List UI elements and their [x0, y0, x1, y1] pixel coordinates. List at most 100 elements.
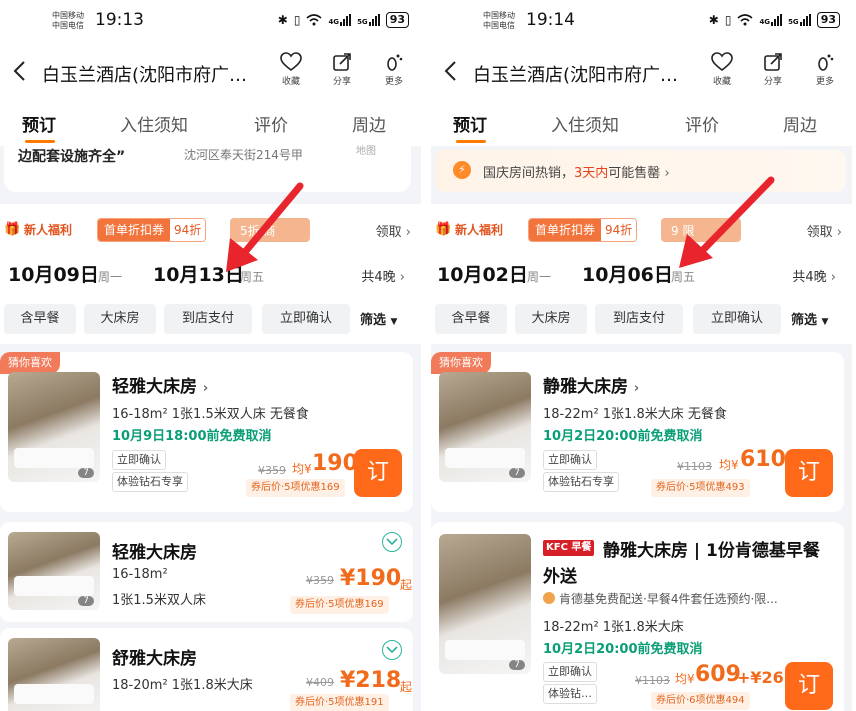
checkin-weekday: 周一 [527, 270, 552, 284]
instant-confirm-tag: 立即确认 [543, 662, 597, 682]
room-card[interactable]: 7 轻雅大床房 16-18m² 1张1.5米双人床 ¥359 ¥190 起 券后… [0, 522, 413, 622]
chip-instant-confirm[interactable]: 立即确认 [262, 304, 350, 334]
favorite-button[interactable]: 收藏 [704, 52, 740, 87]
second-coupon-label: 9 限 [671, 224, 695, 238]
tab-checkin-notes[interactable]: 入住须知 [551, 111, 619, 136]
chip-instant-confirm[interactable]: 立即确认 [693, 304, 781, 334]
carrier-label: 中国移动 中国电信 [52, 11, 84, 31]
filter-label: 筛选 [791, 313, 818, 328]
photo-count: 7 [509, 660, 525, 670]
room-name[interactable]: 轻雅大床房 › [112, 372, 208, 397]
checkout-date[interactable]: 10月06日 [582, 260, 673, 287]
filter-button[interactable]: 筛选 ▼ [360, 309, 397, 328]
receive-coupon-link[interactable]: 领取 › [376, 221, 411, 240]
chevron-right-icon: › [633, 381, 640, 396]
hotel-address: 沈河区奉天街214号甲 [184, 148, 303, 162]
original-price: ¥1103 [677, 460, 712, 473]
back-arrow-icon[interactable] [441, 60, 461, 82]
app-header: 白玉兰酒店(沈阳市府广… 收藏 分享 更多 [0, 44, 421, 100]
vibrate-icon: ▯ [724, 13, 732, 27]
tab-nearby[interactable]: 周边 [783, 111, 817, 136]
chip-breakfast[interactable]: 含早餐 [4, 304, 76, 334]
checkin-date[interactable]: 10月02日 [437, 260, 528, 287]
room-card-kfc[interactable]: 7 KFC 早餐 静雅大床房 | 1份肯德基早餐 外送 肯德基免费配送·早餐4件… [431, 522, 844, 711]
signal-5g-icon: 5G [357, 14, 380, 26]
checkout-weekday: 周五 [240, 270, 265, 284]
chip-breakfast[interactable]: 含早餐 [435, 304, 507, 334]
room-card[interactable]: 舒雅大床房 18-20m² 1张1.8米大床 ¥409 ¥218 起 券后价·5… [0, 628, 413, 711]
expand-chevron-icon[interactable] [382, 532, 402, 552]
tab-reviews[interactable]: 评价 [685, 111, 719, 136]
share-button[interactable]: 分享 [755, 52, 791, 87]
expand-chevron-icon[interactable] [382, 640, 402, 660]
room-photo[interactable]: 7 [8, 532, 100, 610]
nights-label: 共4晚 [361, 270, 396, 285]
room-name[interactable]: 静雅大床房 › [543, 372, 639, 397]
favorite-button[interactable]: 收藏 [273, 52, 309, 87]
chip-king-bed[interactable]: 大床房 [84, 304, 156, 334]
book-button[interactable]: 订 [354, 449, 402, 497]
checkin-date[interactable]: 10月09日 [8, 260, 99, 287]
left-screenshot: 中国移动 中国电信 19:13 ✱ ▯ 4G 5G 93 白玉兰酒店(沈阳市府广… [0, 0, 421, 711]
tab-booking[interactable]: 预订 [453, 111, 487, 136]
gift-icon: 🎁 [435, 222, 452, 237]
promo-banner[interactable]: ⚡ 国庆房间热销，3天内可能售罄 › [435, 150, 846, 192]
checkout-date[interactable]: 10月13日 [153, 260, 244, 287]
room-name-text: 轻雅大床房 [112, 377, 197, 397]
chip-pay-at-hotel[interactable]: 到店支付 [595, 304, 683, 334]
signal-4g-icon: 4G [759, 14, 783, 26]
room-photo[interactable] [8, 638, 100, 711]
room-name: 舒雅大床房 [112, 649, 197, 669]
room-card-featured[interactable]: 猜你喜欢 7 轻雅大床房 › 16-18m² 1张1.5米双人床 无餐食 10月… [0, 352, 413, 512]
after-coupon-price: 券后价·5项优惠191 [290, 694, 389, 711]
room-price: 609 [695, 662, 741, 687]
room-photo[interactable]: 7 [439, 534, 531, 674]
room-photo[interactable]: 7 [439, 372, 531, 482]
tab-bar: 预订 入住须知 评价 周边 [431, 100, 852, 146]
price-from: 起 [400, 578, 413, 592]
filter-button[interactable]: 筛选 ▼ [791, 309, 828, 328]
receive-coupon-link[interactable]: 领取 › [807, 221, 842, 240]
divider [431, 512, 852, 522]
second-coupon[interactable]: 5折 商 [230, 218, 310, 242]
kfc-breakfast-badge: KFC 早餐 [543, 540, 595, 556]
tab-nearby[interactable]: 周边 [352, 111, 386, 136]
promo-text: 国庆房间热销，3天内可能售罄 › [483, 162, 670, 181]
tab-reviews[interactable]: 评价 [254, 111, 288, 136]
carrier-2: 中国电信 [52, 21, 84, 30]
chip-king-bed[interactable]: 大床房 [515, 304, 587, 334]
book-button[interactable]: 订 [785, 662, 833, 710]
room-price: 610 [740, 447, 786, 472]
room-card-featured[interactable]: 猜你喜欢 7 静雅大床房 › 18-22m² 1张1.8米大床 无餐食 10月2… [431, 352, 844, 512]
share-icon [333, 53, 351, 71]
vibrate-icon: ▯ [293, 13, 301, 27]
nights-count[interactable]: 共4晚 › [361, 266, 405, 285]
coupon-discount: 94折 [601, 219, 637, 241]
nights-count[interactable]: 共4晚 › [792, 266, 836, 285]
second-coupon[interactable]: 9 限 [661, 218, 741, 242]
back-arrow-icon[interactable] [10, 60, 30, 82]
book-button[interactable]: 订 [785, 449, 833, 497]
free-cancel-text: 10月2日20:00前免费取消 [543, 429, 703, 444]
map-link[interactable]: 地图 [356, 142, 376, 157]
chevron-right-icon: › [664, 166, 670, 181]
carrier-label: 中国移动 中国电信 [483, 11, 515, 31]
share-button[interactable]: 分享 [324, 52, 360, 87]
more-button[interactable]: 更多 [807, 52, 843, 87]
tab-checkin-notes[interactable]: 入住须知 [120, 111, 188, 136]
first-order-coupon[interactable]: 首单折扣券 94折 [528, 218, 638, 242]
checkin-weekday: 周一 [98, 270, 123, 284]
more-button[interactable]: 更多 [376, 52, 412, 87]
hotel-title: 白玉兰酒店(沈阳市府广… [42, 65, 248, 86]
filter-chips: 含早餐 大床房 到店支付 立即确认 筛选 ▼ [0, 304, 421, 338]
more-label: 更多 [815, 77, 834, 87]
room-area: 16-18m² [112, 567, 168, 582]
promo-text-1: 国庆房间热销， [483, 166, 575, 181]
room-spec: 16-18m² 1张1.5米双人床 无餐食 [112, 407, 309, 422]
tab-indicator [456, 140, 486, 143]
price-from: 起 [400, 680, 413, 694]
chip-pay-at-hotel[interactable]: 到店支付 [164, 304, 252, 334]
room-photo[interactable]: 7 [8, 372, 100, 482]
first-order-coupon[interactable]: 首单折扣券 94折 [97, 218, 207, 242]
tab-booking[interactable]: 预订 [22, 111, 56, 136]
